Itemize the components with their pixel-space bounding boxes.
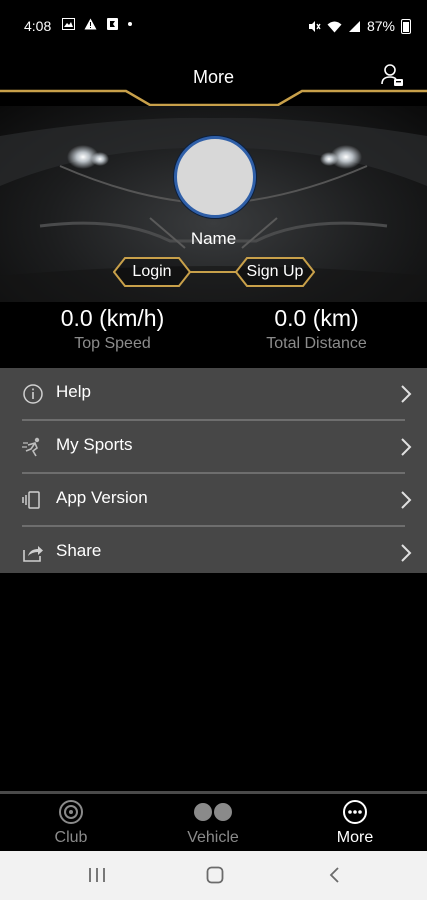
total-distance-value: 0.0 (km) xyxy=(274,305,359,331)
more-menu: Help My Sports App Version Share xyxy=(0,368,427,573)
menu-item-my-sports[interactable]: My Sports xyxy=(0,421,427,474)
top-speed-label: Top Speed xyxy=(74,335,151,352)
warning-icon xyxy=(84,18,97,30)
mute-icon xyxy=(308,20,321,32)
share-icon xyxy=(23,546,43,562)
menu-item-label: Help xyxy=(56,382,91,401)
app-icon xyxy=(106,18,118,30)
more-icon xyxy=(343,800,367,824)
top-speed-stat: 0.0 (km/h) Top Speed xyxy=(6,302,219,353)
tab-more[interactable]: More xyxy=(284,794,426,851)
profile-hero: Name Login Sign Up xyxy=(0,106,427,302)
club-icon xyxy=(59,800,83,824)
login-button[interactable]: Login xyxy=(113,257,191,287)
battery-percent: 87% xyxy=(366,18,395,34)
stats-panel: 0.0 (km/h) Top Speed 0.0 (km) Total Dist… xyxy=(0,302,427,368)
page-title: More xyxy=(192,67,234,87)
gallery-icon xyxy=(62,18,75,30)
version-icon xyxy=(22,491,40,509)
chevron-right-icon xyxy=(401,544,412,562)
dot-icon xyxy=(128,22,133,26)
status-time: 4:08 xyxy=(24,18,52,34)
button-connector-line xyxy=(189,271,237,273)
home-icon[interactable] xyxy=(205,865,225,885)
top-speed-value: 0.0 (km/h) xyxy=(60,305,165,331)
tab-label: Club xyxy=(54,829,88,846)
chevron-right-icon xyxy=(401,385,412,403)
info-icon xyxy=(23,384,43,404)
tab-label: Vehicle xyxy=(187,829,239,846)
vehicle-icon xyxy=(194,803,232,821)
tab-label: More xyxy=(336,829,374,846)
menu-item-help[interactable]: Help xyxy=(0,368,427,421)
tab-club[interactable]: Club xyxy=(0,794,142,851)
back-icon[interactable] xyxy=(327,865,341,885)
total-distance-label: Total Distance xyxy=(266,335,367,352)
signup-label: Sign Up xyxy=(246,263,304,280)
header: More xyxy=(0,52,427,106)
system-nav-bar xyxy=(0,851,427,900)
avatar[interactable] xyxy=(174,136,256,218)
bottom-nav: Club Vehicle More xyxy=(0,791,427,851)
menu-item-label: My Sports xyxy=(56,435,133,454)
menu-item-share[interactable]: Share xyxy=(0,527,427,580)
recents-icon[interactable] xyxy=(88,865,106,885)
signal-icon xyxy=(348,20,360,32)
tab-vehicle[interactable]: Vehicle xyxy=(142,794,284,851)
battery-icon xyxy=(401,18,411,34)
signup-button[interactable]: Sign Up xyxy=(235,257,315,287)
notification-icons xyxy=(62,18,133,32)
login-label: Login xyxy=(132,263,172,280)
profile-name: Name xyxy=(190,229,237,248)
status-bar: 4:08 87% xyxy=(0,0,427,52)
chevron-right-icon xyxy=(401,438,412,456)
menu-item-label: Share xyxy=(56,541,102,560)
total-distance-stat: 0.0 (km) Total Distance xyxy=(210,302,423,353)
menu-item-app-version[interactable]: App Version xyxy=(0,474,427,527)
user-account-icon[interactable] xyxy=(379,62,405,88)
menu-item-label: App Version xyxy=(56,488,148,507)
sports-icon xyxy=(22,437,40,457)
status-right: 87% xyxy=(308,18,411,34)
chevron-right-icon xyxy=(401,491,412,509)
wifi-icon xyxy=(327,21,342,32)
